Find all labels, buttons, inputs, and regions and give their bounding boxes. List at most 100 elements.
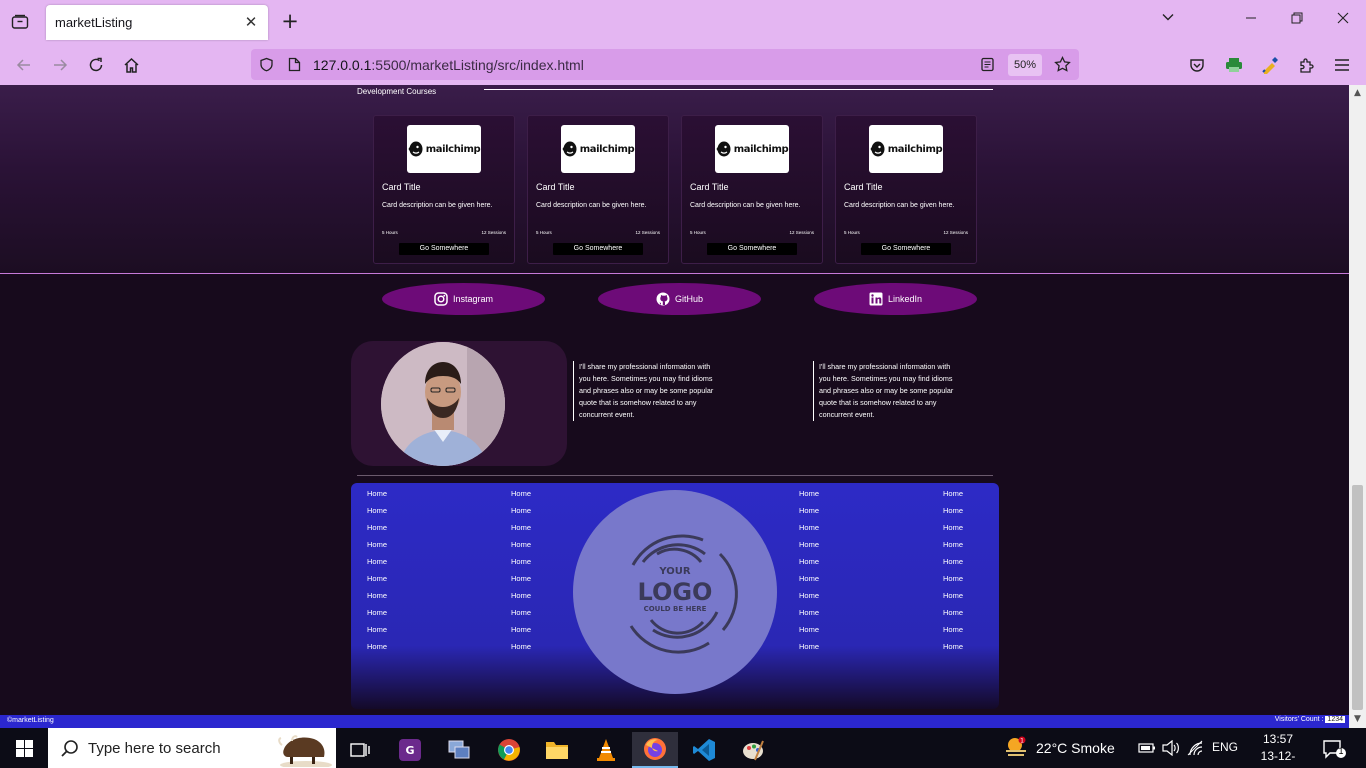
go-somewhere-button[interactable]: Go Somewhere: [553, 243, 643, 255]
footer-link-home[interactable]: Home: [943, 642, 963, 659]
footer-link-home[interactable]: Home: [367, 574, 387, 591]
footer-link-home[interactable]: Home: [799, 642, 819, 659]
footer-link-home[interactable]: Home: [367, 489, 387, 506]
footer-link-home[interactable]: Home: [943, 489, 963, 506]
language-indicator[interactable]: ENG: [1212, 740, 1238, 754]
page-icon[interactable]: [288, 57, 301, 72]
footer-link-home[interactable]: Home: [799, 506, 819, 523]
footer-link-home[interactable]: Home: [367, 591, 387, 608]
footer-link-home[interactable]: Home: [511, 540, 531, 557]
notification-center-button[interactable]: 1: [1322, 738, 1348, 764]
address-bar[interactable]: 127.0.0.1:5500/marketListing/src/index.h…: [251, 49, 1079, 80]
taskbar-network-app[interactable]: [436, 732, 482, 768]
footer-link-home[interactable]: Home: [943, 506, 963, 523]
footer-link-home[interactable]: Home: [799, 523, 819, 540]
taskbar-pdf-app[interactable]: G: [387, 732, 433, 768]
svg-text:1: 1: [1020, 738, 1024, 745]
go-somewhere-button[interactable]: Go Somewhere: [861, 243, 951, 255]
volume-control[interactable]: [1162, 739, 1180, 760]
scroll-down-arrow-icon[interactable]: ▼: [1349, 711, 1366, 728]
footer-link-home[interactable]: Home: [367, 540, 387, 557]
tab-list-button[interactable]: [8, 10, 32, 34]
taskbar-firefox[interactable]: [632, 732, 678, 768]
restore-button[interactable]: [1285, 10, 1309, 34]
close-window-button[interactable]: [1331, 10, 1355, 34]
bookmark-star-icon[interactable]: [1054, 56, 1071, 73]
navigation-bar: 127.0.0.1:5500/marketListing/src/index.h…: [0, 44, 1366, 85]
footer-link-home[interactable]: Home: [943, 591, 963, 608]
url-text[interactable]: 127.0.0.1:5500/marketListing/src/index.h…: [313, 57, 584, 73]
browser-tab[interactable]: marketListing ✕: [46, 5, 268, 40]
task-view-button[interactable]: [337, 732, 383, 768]
taskbar-file-explorer[interactable]: [534, 732, 580, 768]
footer-link-home[interactable]: Home: [511, 523, 531, 540]
footer-link-home[interactable]: Home: [799, 591, 819, 608]
extensions-button[interactable]: [1294, 53, 1318, 77]
back-button[interactable]: [12, 53, 36, 77]
battery-indicator[interactable]: [1138, 740, 1156, 759]
footer-link-home[interactable]: Home: [511, 506, 531, 523]
notification-count: 1: [1338, 746, 1344, 756]
footer-link-home[interactable]: Home: [367, 608, 387, 625]
footer-link-home[interactable]: Home: [367, 523, 387, 540]
footer-link-home[interactable]: Home: [367, 557, 387, 574]
list-all-tabs-button[interactable]: [1156, 10, 1180, 34]
network-status[interactable]: [1187, 740, 1205, 760]
footer-link-home[interactable]: Home: [511, 608, 531, 625]
new-tab-button[interactable]: +: [279, 10, 301, 32]
footer-link-home[interactable]: Home: [799, 574, 819, 591]
shield-icon[interactable]: [259, 57, 274, 72]
instagram-button[interactable]: Instagram: [382, 283, 545, 315]
page-scrollbar[interactable]: ▲ ▼: [1349, 85, 1366, 728]
footer-link-home[interactable]: Home: [943, 557, 963, 574]
weather-text[interactable]: 22°C Smoke: [1036, 740, 1115, 756]
taskbar-vscode[interactable]: [681, 732, 727, 768]
footer-link-home[interactable]: Home: [511, 489, 531, 506]
footer-link-home[interactable]: Home: [799, 608, 819, 625]
taskbar-paint[interactable]: [730, 732, 776, 768]
reader-view-icon[interactable]: [980, 57, 995, 72]
footer-link-home[interactable]: Home: [943, 574, 963, 591]
linkedin-button[interactable]: LinkedIn: [814, 283, 977, 315]
taskbar-vlc[interactable]: [583, 732, 629, 768]
footer-link-home[interactable]: Home: [799, 540, 819, 557]
footer-link-home[interactable]: Home: [943, 608, 963, 625]
weather-widget[interactable]: 1: [1004, 736, 1028, 762]
app-menu-button[interactable]: [1330, 53, 1354, 77]
zoom-level-badge[interactable]: 50%: [1008, 54, 1042, 76]
footer-link-home[interactable]: Home: [367, 642, 387, 659]
footer-link-home[interactable]: Home: [943, 625, 963, 642]
footer-link-home[interactable]: Home: [799, 625, 819, 642]
system-clock[interactable]: 13:57 13-12-2023: [1252, 731, 1304, 768]
pocket-button[interactable]: [1185, 53, 1209, 77]
github-label: GitHub: [674, 294, 703, 304]
footer-link-home[interactable]: Home: [511, 574, 531, 591]
footer-link-home[interactable]: Home: [799, 557, 819, 574]
tab-close-icon[interactable]: ✕: [242, 13, 260, 31]
scrollbar-thumb[interactable]: [1352, 485, 1363, 710]
scroll-up-arrow-icon[interactable]: ▲: [1349, 85, 1366, 102]
taskbar-search-box[interactable]: Type here to search: [48, 728, 336, 768]
go-somewhere-button[interactable]: Go Somewhere: [399, 243, 489, 255]
footer-link-home[interactable]: Home: [367, 625, 387, 642]
start-button[interactable]: [0, 728, 48, 768]
footer-link-home[interactable]: Home: [367, 506, 387, 523]
minimize-button[interactable]: [1239, 10, 1263, 34]
hamburger-menu-icon: [1335, 59, 1349, 71]
footer-link-home[interactable]: Home: [511, 642, 531, 659]
footer-link-home[interactable]: Home: [511, 625, 531, 642]
footer-link-home[interactable]: Home: [511, 591, 531, 608]
extension-color-button[interactable]: [1258, 53, 1282, 77]
github-button[interactable]: GitHub: [598, 283, 761, 315]
extension-printer-button[interactable]: [1222, 53, 1246, 77]
home-button[interactable]: [119, 53, 143, 77]
footer-link-home[interactable]: Home: [943, 523, 963, 540]
course-card: mailchimp Card Title Card description ca…: [681, 115, 823, 264]
footer-link-home[interactable]: Home: [511, 557, 531, 574]
reload-button[interactable]: [84, 53, 108, 77]
footer-link-home[interactable]: Home: [799, 489, 819, 506]
forward-button[interactable]: [48, 53, 72, 77]
taskbar-chrome[interactable]: [486, 732, 532, 768]
go-somewhere-button[interactable]: Go Somewhere: [707, 243, 797, 255]
footer-link-home[interactable]: Home: [943, 540, 963, 557]
